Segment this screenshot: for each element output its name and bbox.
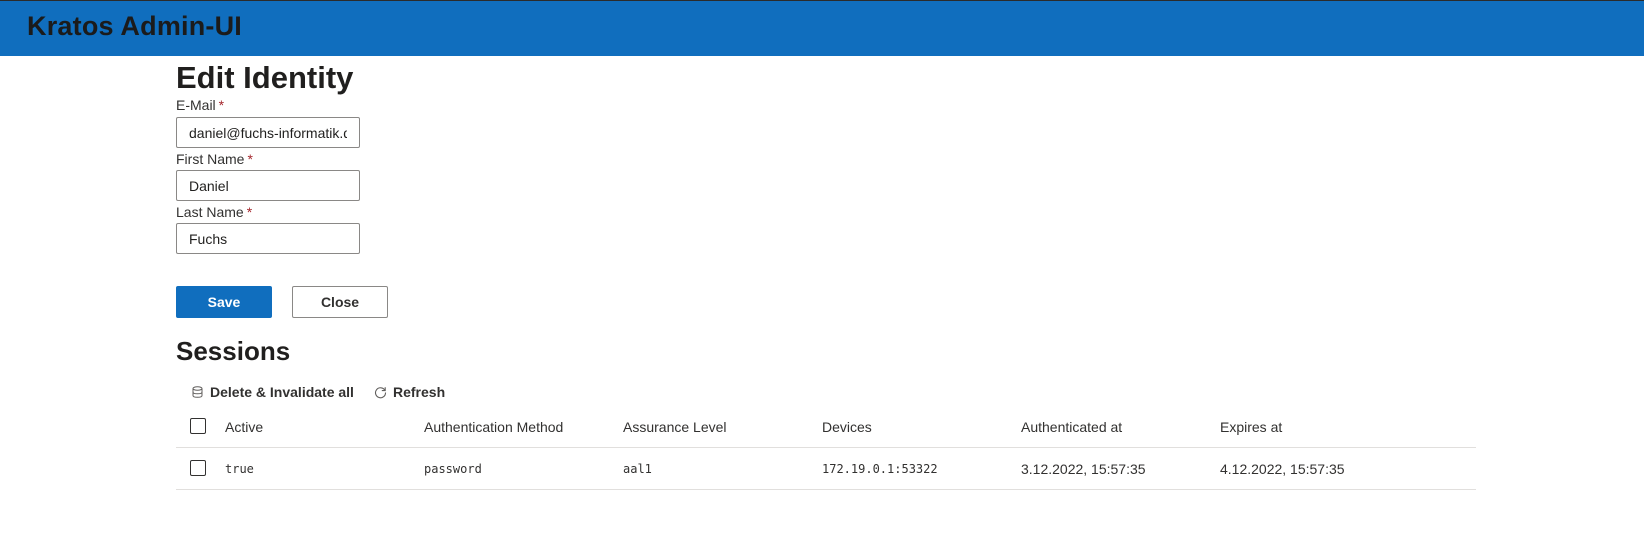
email-required-mark: * — [218, 97, 225, 113]
column-header-assurance-level[interactable]: Assurance Level — [623, 406, 727, 448]
close-button[interactable]: Close — [292, 286, 388, 318]
column-header-devices[interactable]: Devices — [822, 406, 872, 448]
save-button[interactable]: Save — [176, 286, 272, 318]
table-row[interactable]: true password aal1 172.19.0.1:53322 3.12… — [176, 448, 1476, 490]
top-bar: Kratos Admin-UI — [0, 0, 1644, 56]
email-field[interactable] — [176, 117, 360, 148]
page-title: Edit Identity — [176, 60, 354, 95]
column-header-expires-at[interactable]: Expires at — [1220, 406, 1282, 448]
email-label: E-Mail * — [176, 97, 224, 113]
refresh-label: Refresh — [393, 384, 446, 400]
table-header-row: Active Authentication Method Assurance L… — [176, 406, 1476, 448]
column-header-authentication-method[interactable]: Authentication Method — [424, 406, 563, 448]
last-name-label-text: Last Name — [176, 204, 244, 220]
select-all-checkbox[interactable] — [190, 418, 206, 434]
delete-invalidate-all-button[interactable]: Delete & Invalidate all — [190, 378, 354, 406]
last-name-required-mark: * — [246, 204, 253, 220]
cell-assurance-level: aal1 — [623, 462, 652, 476]
delete-icon — [190, 385, 204, 399]
app-title: Kratos Admin-UI — [27, 11, 243, 41]
first-name-label: First Name * — [176, 151, 253, 167]
cell-expires-at: 4.12.2022, 15:57:35 — [1220, 461, 1345, 477]
last-name-label: Last Name * — [176, 204, 252, 220]
first-name-field[interactable] — [176, 170, 360, 201]
row-select-checkbox[interactable] — [190, 460, 206, 476]
cell-active: true — [225, 462, 254, 476]
sessions-title: Sessions — [176, 336, 291, 366]
cell-authenticated-at: 3.12.2022, 15:57:35 — [1021, 461, 1146, 477]
column-header-active[interactable]: Active — [225, 406, 263, 448]
first-name-label-text: First Name — [176, 151, 245, 167]
refresh-icon — [373, 385, 387, 399]
delete-invalidate-all-label: Delete & Invalidate all — [210, 384, 354, 400]
email-label-text: E-Mail — [176, 97, 216, 113]
first-name-required-mark: * — [247, 151, 253, 167]
refresh-button[interactable]: Refresh — [373, 378, 445, 406]
cell-authentication-method: password — [424, 462, 482, 476]
last-name-field[interactable] — [176, 223, 360, 254]
cell-devices: 172.19.0.1:53322 — [822, 462, 938, 476]
column-header-authenticated-at[interactable]: Authenticated at — [1021, 406, 1122, 448]
